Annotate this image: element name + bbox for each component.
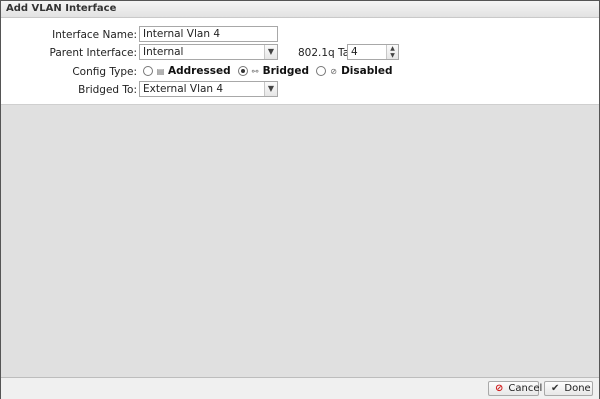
done-button-label: Done (564, 383, 591, 394)
content-area (1, 104, 599, 378)
bridged-to-select[interactable]: External Vlan 4 ▼ (139, 81, 278, 97)
add-vlan-dialog: Add VLAN Interface Interface Name: Inter… (0, 0, 600, 399)
dialog-titlebar: Add VLAN Interface (1, 1, 599, 18)
option-disabled-label[interactable]: Disabled (341, 65, 392, 77)
tag-value: 4 (351, 46, 358, 58)
spinner-arrows-icon[interactable]: ▲ ▼ (386, 45, 398, 59)
tag-spinner[interactable]: 4 ▲ ▼ (347, 44, 399, 60)
bridged-to-label: Bridged To: (78, 84, 137, 96)
radio-bridged[interactable] (237, 66, 248, 76)
interface-name-input[interactable]: Internal Vlan 4 (139, 26, 278, 42)
done-button[interactable]: ✔ Done (544, 381, 593, 396)
radio-addressed[interactable] (143, 66, 153, 76)
config-type-label: Config Type: (72, 66, 137, 78)
cancel-button[interactable]: ⊘ Cancel (488, 381, 543, 396)
config-type-radio-group: ▤ Addressed ⚯ Bridged ⊘ Disabled (143, 65, 399, 77)
cancel-button-label: Cancel (508, 383, 543, 394)
link-icon: ⚯ (251, 66, 259, 76)
dialog-footer: ⊘ Cancel ✔ Done (1, 377, 599, 399)
option-addressed-label[interactable]: Addressed (168, 65, 231, 77)
interface-name-label: Interface Name: (52, 29, 137, 41)
interface-name-value: Internal Vlan 4 (143, 28, 221, 40)
parent-interface-label: Parent Interface: (49, 47, 138, 59)
vlan-form: Interface Name: Internal Vlan 4 Parent I… (1, 18, 599, 104)
cancel-icon: ⊘ (495, 383, 504, 394)
dialog-title: Add VLAN Interface (6, 3, 117, 14)
checkmark-icon: ✔ (551, 383, 560, 394)
disabled-icon: ⊘ (330, 66, 337, 76)
parent-interface-value: Internal (143, 46, 184, 58)
chevron-down-icon[interactable]: ▼ (264, 82, 277, 96)
radio-disabled[interactable] (316, 66, 327, 76)
document-icon: ▤ (156, 66, 165, 76)
parent-interface-select[interactable]: Internal ▼ (139, 44, 278, 60)
option-bridged-label[interactable]: Bridged (263, 65, 309, 77)
chevron-down-icon[interactable]: ▼ (264, 45, 277, 59)
bridged-to-value: External Vlan 4 (143, 83, 224, 95)
